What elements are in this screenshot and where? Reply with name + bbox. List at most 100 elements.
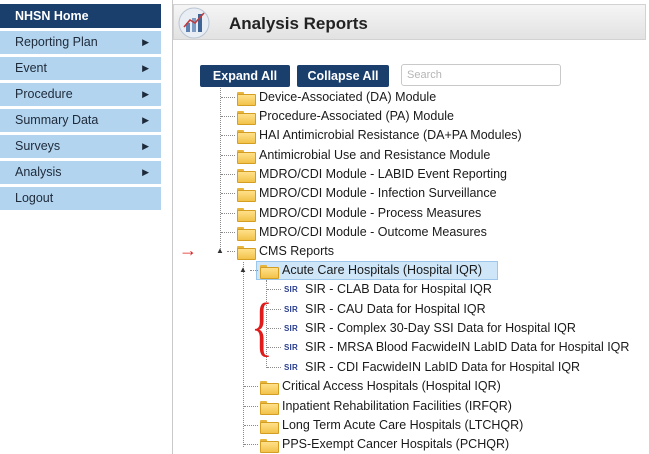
nav-item-label: Logout [15, 191, 54, 205]
tree-connector [221, 97, 235, 98]
tree-folder-label: HAI Antimicrobial Resistance (DA+PA Modu… [259, 128, 522, 142]
tree-folder-da-module[interactable]: Device-Associated (DA) Module [221, 88, 541, 107]
nav-item-event[interactable]: Event ▶ [0, 57, 161, 80]
folder-icon [237, 188, 256, 202]
tree-folder-label: MDRO/CDI Module - LABID Event Reporting [259, 167, 508, 181]
tree-report-label: SIR - CLAB Data for Hospital IQR [305, 282, 492, 296]
collapse-all-button[interactable]: Collapse All [297, 65, 389, 87]
tree-report-sir-mrsa[interactable]: SIR SIR - MRSA Blood FacwideIN LabID Dat… [267, 338, 647, 357]
tree-folder-label: MDRO/CDI Module - Process Measures [259, 206, 482, 220]
folder-icon [237, 130, 256, 144]
tree-folder-label: Critical Access Hospitals (Hospital IQR) [282, 379, 501, 393]
tree-connector [267, 367, 281, 368]
tree-connector [250, 270, 258, 271]
tree-folder-mdro-infection[interactable]: MDRO/CDI Module - Infection Surveillance [221, 184, 541, 203]
tree-folder-critical-access[interactable]: Critical Access Hospitals (Hospital IQR) [244, 377, 564, 396]
tree-folder-label: Acute Care Hospitals (Hospital IQR) [282, 263, 483, 277]
nav-item-procedure[interactable]: Procedure ▶ [0, 83, 161, 106]
chevron-right-icon: ▶ [142, 141, 149, 151]
red-brace-annotation-icon: { [250, 290, 273, 363]
tree-connector [244, 386, 258, 387]
tree-connector [221, 213, 235, 214]
tree-report-sir-cau[interactable]: SIR SIR - CAU Data for Hospital IQR [267, 300, 647, 319]
tree-connector [221, 116, 235, 117]
nav-home-link[interactable]: NHSN Home [0, 4, 161, 28]
tree-connector [221, 174, 235, 175]
tree-folder-ltch[interactable]: Long Term Acute Care Hospitals (LTCHQR) [244, 416, 564, 435]
tree-folder-acute-care[interactable]: Acute Care Hospitals (Hospital IQR) [244, 261, 504, 280]
analysis-chart-icon [178, 7, 210, 39]
nav-item-label: Summary Data [15, 113, 99, 127]
tree-folder-label: MDRO/CDI Module - Outcome Measures [259, 225, 487, 239]
tree-folder-aur-module[interactable]: Antimicrobial Use and Resistance Module [221, 146, 541, 165]
tree-folder-hai-ar-module[interactable]: HAI Antimicrobial Resistance (DA+PA Modu… [221, 126, 541, 145]
tree-folder-pch[interactable]: PPS-Exempt Cancer Hospitals (PCHQR) [244, 435, 564, 454]
tree-connector [244, 406, 258, 407]
nav-item-label: Analysis [15, 165, 62, 179]
tree-folder-cms-reports[interactable]: CMS Reports [221, 242, 421, 261]
folder-open-icon [237, 246, 256, 260]
sir-report-icon: SIR [284, 363, 298, 372]
nav-item-label: Procedure [15, 87, 73, 101]
tree-folder-pa-module[interactable]: Procedure-Associated (PA) Module [221, 107, 541, 126]
tree-report-label: SIR - CAU Data for Hospital IQR [305, 302, 486, 316]
nav-item-analysis[interactable]: Analysis ▶ [0, 161, 161, 184]
folder-icon [260, 381, 279, 395]
tree-report-label: SIR - MRSA Blood FacwideIN LabID Data fo… [305, 340, 630, 354]
folder-icon [260, 439, 279, 453]
tree-report-sir-clab[interactable]: SIR SIR - CLAB Data for Hospital IQR [267, 280, 647, 299]
folder-open-icon [260, 265, 279, 279]
tree-folder-label: Antimicrobial Use and Resistance Module [259, 148, 491, 162]
tree-folder-mdro-labid[interactable]: MDRO/CDI Module - LABID Event Reporting [221, 165, 541, 184]
chevron-right-icon: ▶ [142, 89, 149, 99]
tree-folder-label: Procedure-Associated (PA) Module [259, 109, 454, 123]
sir-report-icon: SIR [284, 305, 298, 314]
tree-folder-irf[interactable]: Inpatient Rehabilitation Facilities (IRF… [244, 397, 564, 416]
nav-item-label: Event [15, 61, 47, 75]
folder-icon [260, 401, 279, 415]
sir-report-icon: SIR [284, 343, 298, 352]
tree-folder-label: PPS-Exempt Cancer Hospitals (PCHQR) [282, 437, 510, 451]
tree-report-sir-ssi[interactable]: SIR SIR - Complex 30-Day SSI Data for Ho… [267, 319, 647, 338]
folder-icon [237, 92, 256, 106]
folder-icon [237, 111, 256, 125]
tree-report-sir-cdi[interactable]: SIR SIR - CDI FacwideIN LabID Data for H… [267, 358, 647, 377]
folder-icon [237, 150, 256, 164]
chevron-right-icon: ▶ [142, 115, 149, 125]
tree-report-label: SIR - CDI FacwideIN LabID Data for Hospi… [305, 360, 581, 374]
tree-connector [227, 251, 235, 252]
expand-all-button[interactable]: Expand All [200, 65, 290, 87]
tree-report-label: SIR - Complex 30-Day SSI Data for Hospit… [305, 321, 576, 335]
tree-connector [221, 155, 235, 156]
tree-folder-mdro-outcome[interactable]: MDRO/CDI Module - Outcome Measures [221, 223, 541, 242]
tree-folder-label: CMS Reports [259, 244, 335, 258]
tree-folder-label: Long Term Acute Care Hospitals (LTCHQR) [282, 418, 524, 432]
nav-item-summary-data[interactable]: Summary Data ▶ [0, 109, 161, 132]
tree-connector [244, 444, 258, 445]
sir-report-icon: SIR [284, 285, 298, 294]
tree-connector [244, 425, 258, 426]
nav-item-surveys[interactable]: Surveys ▶ [0, 135, 161, 158]
chevron-right-icon: ▶ [142, 167, 149, 177]
nav-item-reporting-plan[interactable]: Reporting Plan ▶ [0, 31, 161, 54]
nav-item-label: Reporting Plan [15, 35, 98, 49]
folder-icon [237, 169, 256, 183]
chevron-right-icon: ▶ [142, 63, 149, 73]
folder-icon [260, 420, 279, 434]
tree-folder-label: Device-Associated (DA) Module [259, 90, 437, 104]
tree-connector [221, 232, 235, 233]
tree-folder-mdro-process[interactable]: MDRO/CDI Module - Process Measures [221, 204, 541, 223]
page-header: Analysis Reports [173, 4, 646, 40]
chevron-right-icon: ▶ [142, 37, 149, 47]
nav-item-logout[interactable]: Logout [0, 187, 161, 210]
page-title: Analysis Reports [229, 14, 368, 33]
tree-folder-label: Inpatient Rehabilitation Facilities (IRF… [282, 399, 512, 413]
left-nav: NHSN Home Reporting Plan ▶ Event ▶ Proce… [0, 4, 161, 213]
nav-item-label: Surveys [15, 139, 61, 153]
search-input[interactable] [401, 64, 561, 86]
sir-report-icon: SIR [284, 324, 298, 333]
folder-icon [237, 208, 256, 222]
tree-connector [221, 135, 235, 136]
red-arrow-annotation-icon: → [179, 240, 197, 260]
tree-folder-label: MDRO/CDI Module - Infection Surveillance [259, 186, 497, 200]
